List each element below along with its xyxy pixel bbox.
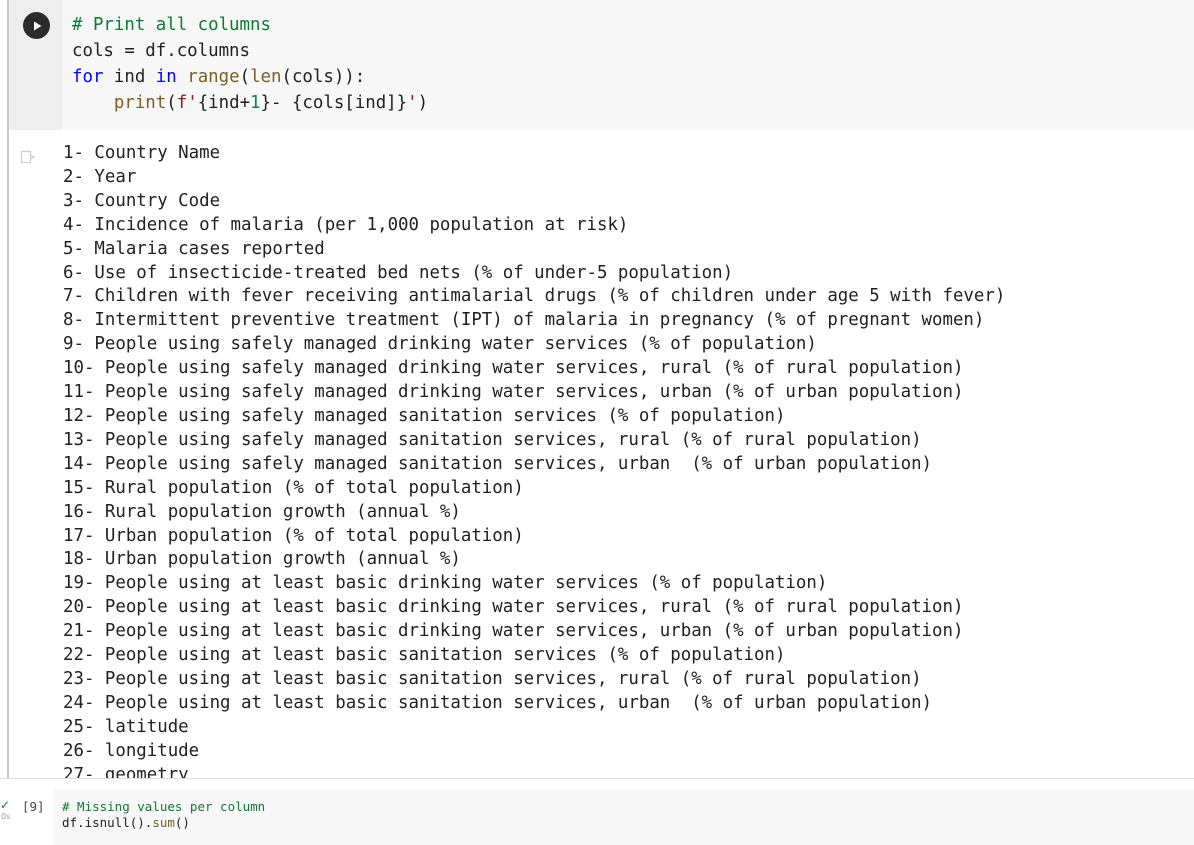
output-line: 15- Rural population (% of total populat… (63, 477, 524, 498)
output-line: 9- People using safely managed drinking … (63, 334, 817, 355)
output-line: 23- People using at least basic sanitati… (63, 668, 922, 689)
output-line: 21- People using at least basic drinking… (63, 621, 964, 642)
code-editor[interactable]: # Print all columns cols = df.columns for … (62, 0, 1194, 130)
code-text: # Missing values per column df.isnull().s… (62, 799, 265, 831)
output-line: 7- Children with fever receiving antimal… (63, 286, 1006, 307)
play-icon (33, 21, 41, 30)
code-paren: ) (417, 93, 429, 113)
code-call-prefix: df.isnull(). (62, 815, 153, 830)
code-text: # Print all columns cols = df.columns for … (72, 12, 428, 116)
output-line: 17- Urban population (% of total populat… (63, 525, 524, 546)
output-line: 12- People using safely managed sanitati… (63, 405, 786, 426)
output-line: 26- longitude (63, 740, 200, 761)
code-paren: ( (239, 67, 251, 87)
builtin-print: print (113, 93, 167, 113)
output-line: 22- People using at least basic sanitati… (63, 645, 786, 666)
output-line: 3- Country Code (63, 190, 221, 211)
output-line: 10- People using safely managed drinking… (63, 358, 964, 379)
fstring-expr-a: {ind+ (197, 93, 251, 113)
code-paren: ( (166, 93, 177, 113)
code-line-2: df.isnull().sum() (62, 815, 265, 831)
output-line: 27- geometry (63, 764, 189, 778)
fstring-close: ' (407, 93, 418, 113)
execution-time: 0s (1, 812, 11, 821)
builtin-sum: sum (152, 815, 175, 830)
output-line: 13- People using safely managed sanitati… (63, 429, 922, 450)
code-number: 1 (250, 93, 261, 113)
code-len-args: (cols)): (281, 67, 366, 87)
fstring-expr-b: }- {cols[ind]} (260, 93, 408, 113)
output-line: 8- Intermittent preventive treatment (IP… (63, 310, 985, 331)
output-icon[interactable] (20, 149, 36, 165)
cell-gutter (9, 0, 62, 130)
output-line: 2- Year (63, 166, 137, 187)
cell-divider (0, 778, 1194, 779)
execution-count: [9] (22, 799, 45, 814)
output-line: 6- Use of insecticide-treated bed nets (… (63, 262, 734, 283)
output-line: 4- Incidence of malaria (per 1,000 popul… (63, 214, 629, 235)
output-line: 20- People using at least basic drinking… (63, 597, 964, 618)
code-line-2: cols = df.columns (72, 38, 428, 64)
code-comment: # Missing values per column (62, 799, 266, 814)
code-assign: cols = df.columns (72, 41, 250, 61)
notebook-page: # Print all columns cols = df.columns for … (0, 0, 1194, 845)
code-line-1: # Missing values per column (62, 799, 265, 815)
cell-output: 1- Country Name 2- Year 3- Country Code 4- … (63, 142, 1005, 778)
code-var-ind: ind (103, 67, 156, 87)
code-editor-missing-values[interactable]: # Missing values per column df.isnull().s… (53, 789, 1194, 845)
output-line: 18- Urban population growth (annual %) (63, 549, 461, 570)
run-cell-button[interactable] (23, 12, 50, 39)
output-line: 1- Country Name (63, 143, 221, 163)
output-line: 24- People using at least basic sanitati… (63, 692, 933, 713)
keyword-in: in (155, 67, 177, 87)
output-line: 11- People using safely managed drinking… (63, 382, 964, 403)
code-line-1: # Print all columns (72, 12, 428, 38)
keyword-for: for (72, 67, 104, 87)
output-line: 16- Rural population growth (annual %) (63, 501, 461, 522)
output-line: 5- Malaria cases reported (63, 238, 325, 259)
output-line: 19- People using at least basic drinking… (63, 573, 828, 594)
code-line-4: print(f'{ind+1}- {cols[ind]}') (72, 90, 428, 116)
code-line-3: for ind in range(len(cols)): (72, 64, 428, 90)
check-icon: ✓ (0, 798, 11, 812)
code-comment: # Print all columns (72, 15, 271, 35)
output-line: 14- People using safely managed sanitati… (63, 453, 933, 474)
builtin-len: len (250, 67, 282, 87)
output-line: 25- latitude (63, 716, 189, 737)
code-call-suffix: () (174, 815, 190, 830)
fstring-prefix: f' (176, 93, 198, 113)
builtin-range: range (187, 67, 240, 87)
